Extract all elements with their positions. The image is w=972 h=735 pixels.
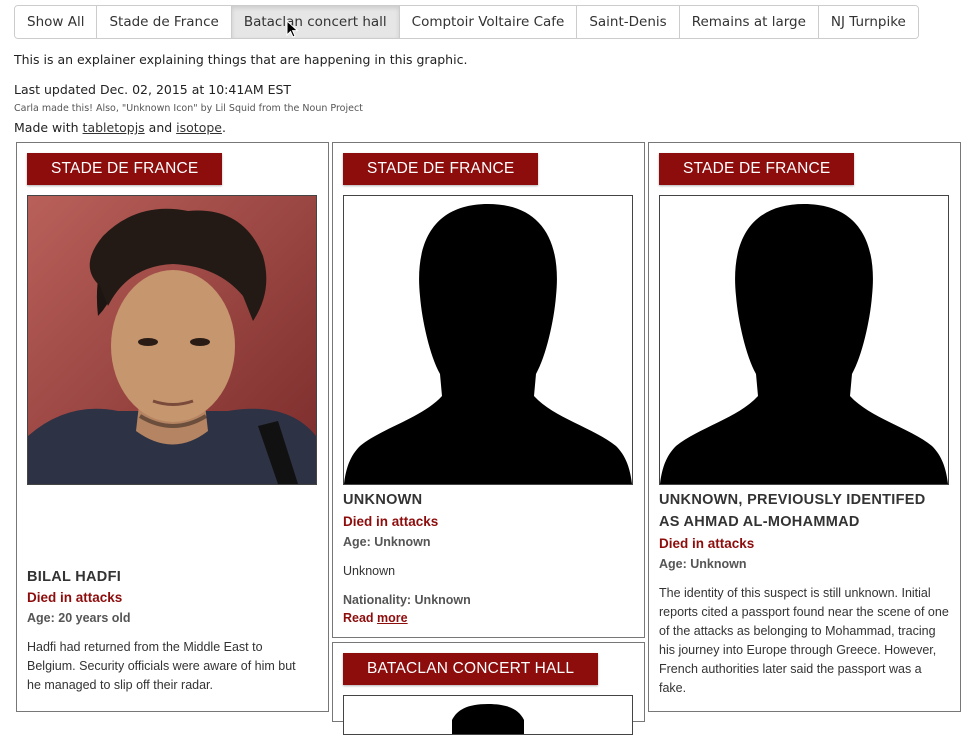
portrait-photo-image <box>28 196 316 484</box>
tab-stade-de-france[interactable]: Stade de France <box>97 6 232 38</box>
unknown-photo <box>659 195 949 485</box>
mouse-pointer-icon <box>286 20 299 38</box>
made-with: Made with tabletopjs and isotope. <box>14 120 226 135</box>
unknown-person-icon <box>344 204 632 484</box>
tab-nj-turnpike[interactable]: NJ Turnpike <box>818 6 918 38</box>
suspect-photo <box>27 195 317 485</box>
suspect-card: STADE DE FRANCE UNKNOWN Died in attacks … <box>332 142 645 638</box>
read-more: Read more <box>343 611 408 625</box>
suspect-name: BILAL HADFI <box>27 569 122 585</box>
description-text: Hadfi had returned from the Middle East … <box>27 640 296 692</box>
location-label: BATACLAN CONCERT HALL <box>343 653 599 685</box>
credit-text: Carla made this! Also, "Unknown Icon" by… <box>14 103 363 114</box>
more-link[interactable]: more <box>377 611 408 625</box>
suspect-card: BATACLAN CONCERT HALL <box>332 642 645 735</box>
made-with-prefix: Made with <box>14 120 83 135</box>
description-text: Unknown <box>343 564 396 578</box>
location-label: STADE DE FRANCE <box>659 153 855 185</box>
isotope-link[interactable]: isotope <box>176 120 222 135</box>
nationality-text: Nationality: Unknown <box>343 593 471 607</box>
description-text: The identity of this suspect is still un… <box>659 586 949 695</box>
unknown-photo <box>343 195 633 485</box>
tab-saint-denis[interactable]: Saint-Denis <box>577 6 680 38</box>
last-updated: Last updated Dec. 02, 2015 at 10:41AM ES… <box>14 82 292 97</box>
location-label: STADE DE FRANCE <box>343 153 539 185</box>
suspect-name: UNKNOWN <box>343 492 423 508</box>
age-text: Age: Unknown <box>659 557 747 571</box>
made-with-suffix: . <box>221 120 226 135</box>
age-text: Age: Unknown <box>343 535 431 549</box>
made-with-and: and <box>144 120 177 135</box>
unknown-person-icon <box>660 204 948 484</box>
suspect-name: UNKNOWN, PREVIOUSLY IDENTIFED AS AHMAD A… <box>659 492 926 530</box>
location-label: STADE DE FRANCE <box>27 153 223 185</box>
suspect-card: STADE DE FRANCE BILAL HADFI Died in atta… <box>16 142 329 712</box>
tab-remains-at-large[interactable]: Remains at large <box>679 6 819 38</box>
intro-text: This is an explainer explaining things t… <box>14 52 468 67</box>
suspect-card: STADE DE FRANCE UNKNOWN, PREVIOUSLY IDEN… <box>648 142 961 712</box>
tab-comptoir-voltaire[interactable]: Comptoir Voltaire Cafe <box>399 6 578 38</box>
tabletopjs-link[interactable]: tabletopjs <box>83 120 145 135</box>
unknown-person-icon <box>452 704 524 734</box>
tab-show-all[interactable]: Show All <box>15 6 98 38</box>
status-text: Died in attacks <box>27 590 123 605</box>
tab-bataclan[interactable]: Bataclan concert hall <box>231 6 400 38</box>
location-filter-tabs: Show All Stade de France Bataclan concer… <box>14 5 919 39</box>
read-text: Read <box>343 611 378 625</box>
status-text: Died in attacks <box>343 514 439 529</box>
status-text: Died in attacks <box>659 536 755 551</box>
age-text: Age: 20 years old <box>27 611 131 625</box>
unknown-photo <box>343 695 633 735</box>
